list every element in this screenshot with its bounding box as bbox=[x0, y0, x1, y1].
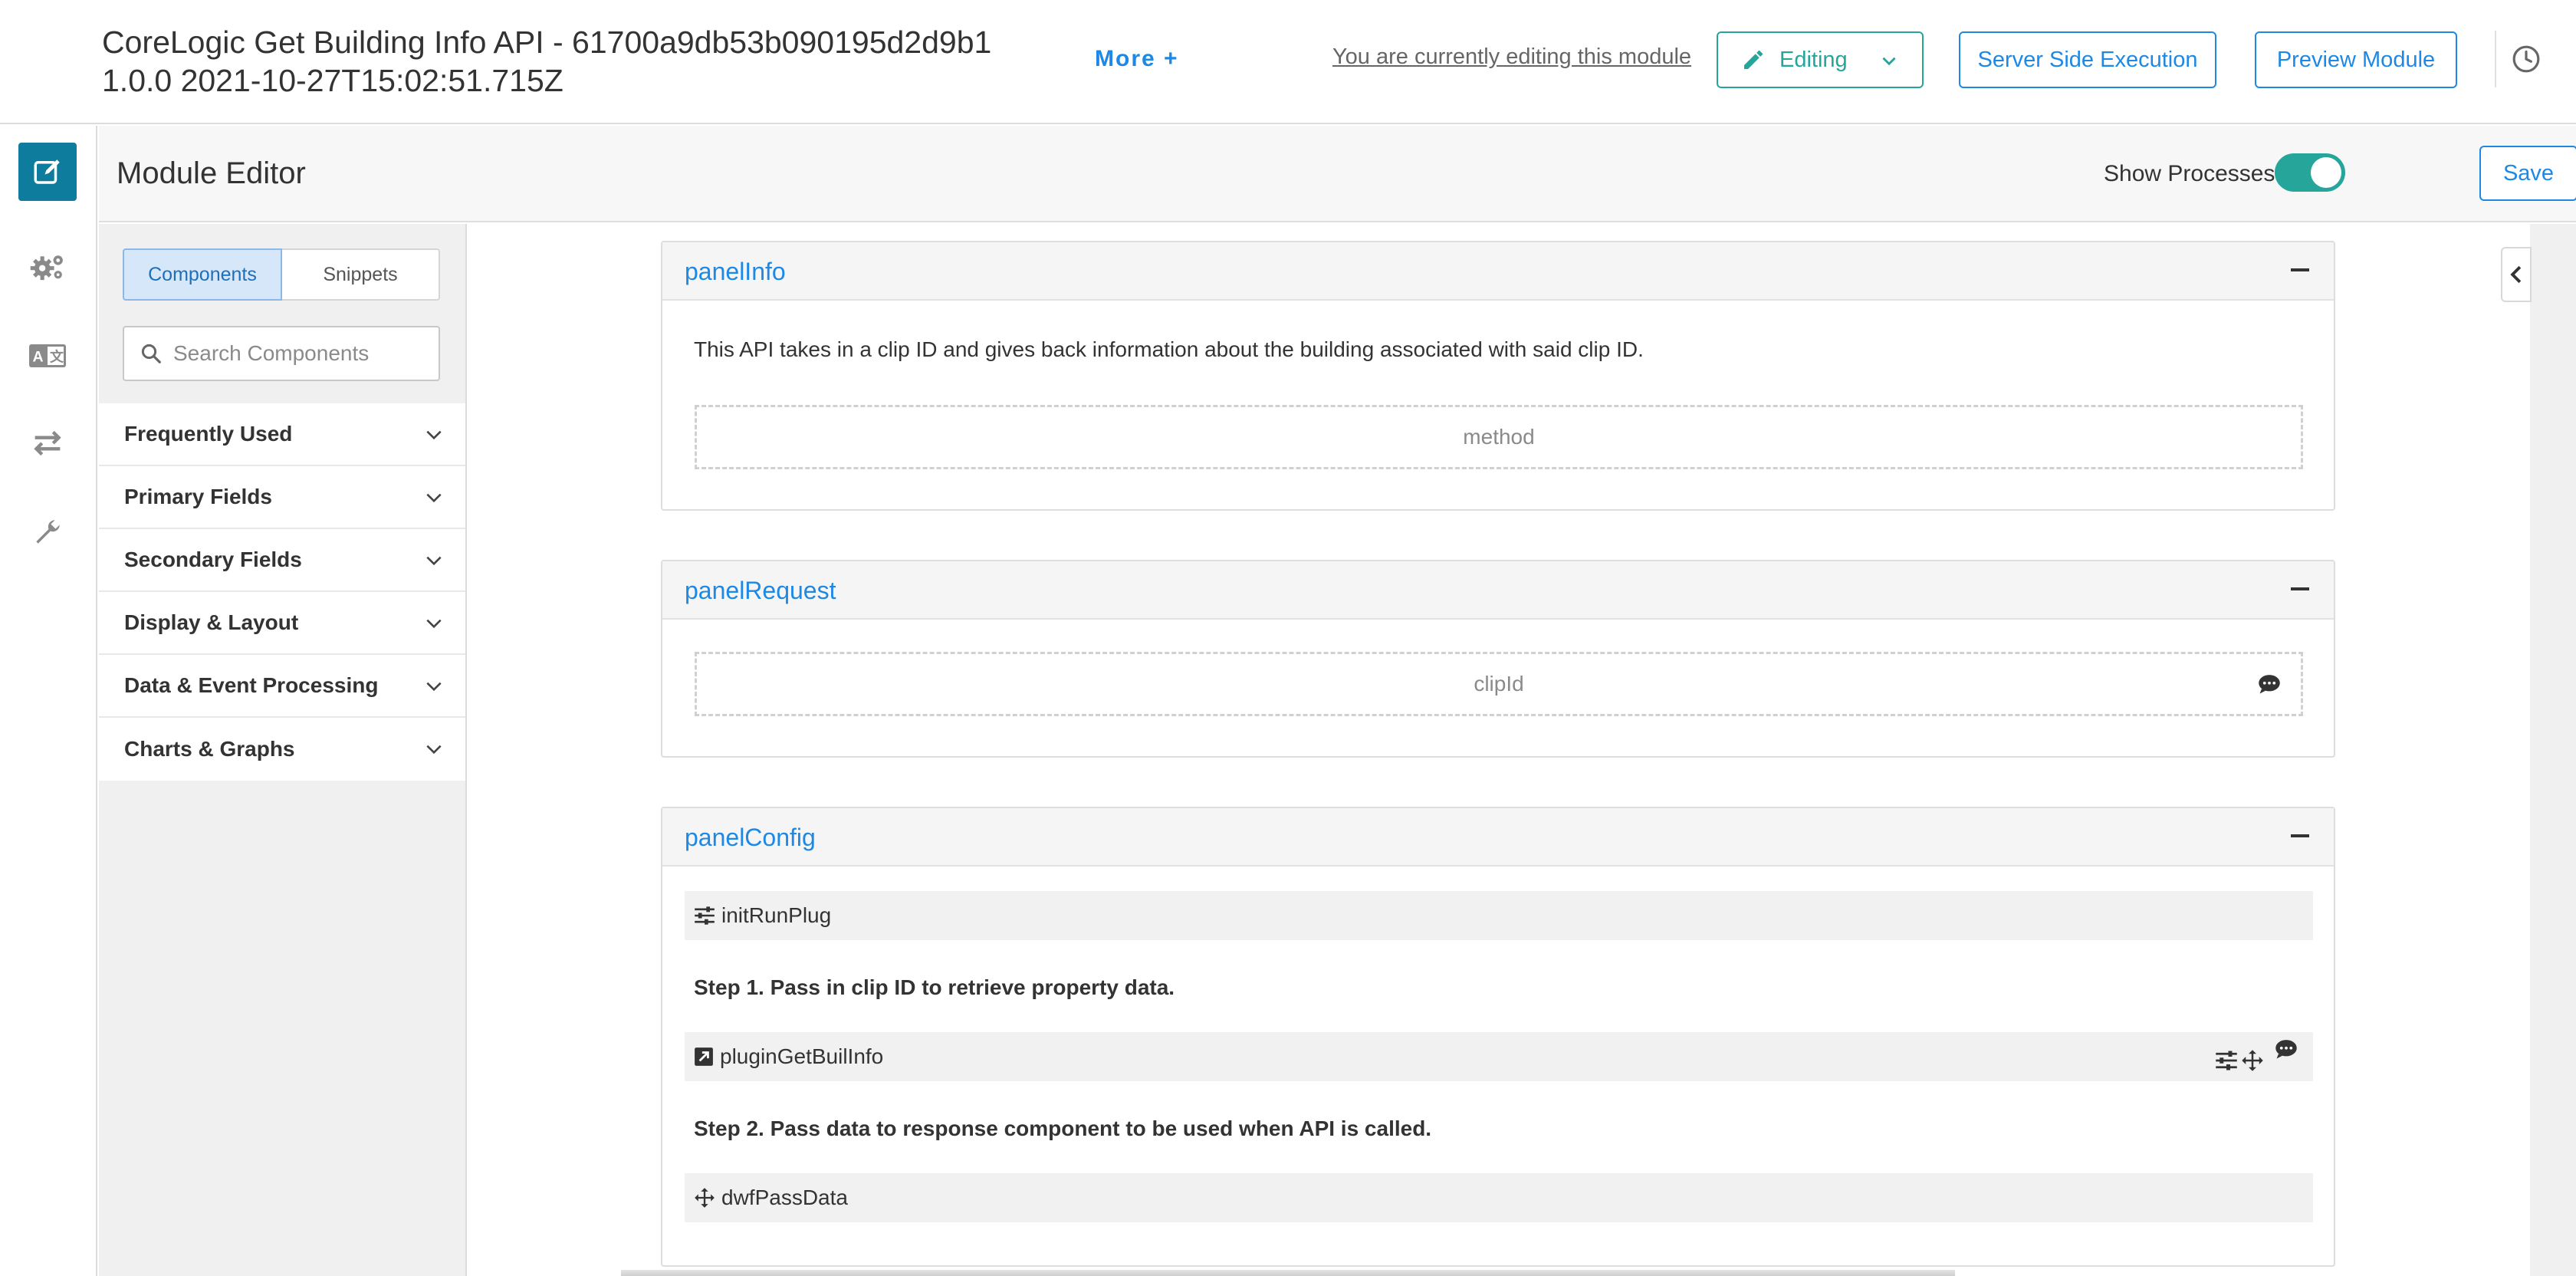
panel-title: panelInfo bbox=[685, 258, 786, 285]
search-components-input[interactable] bbox=[173, 341, 434, 366]
translate-icon: A文 bbox=[29, 344, 66, 367]
init-run-plug-component[interactable]: initRunPlug bbox=[685, 891, 2313, 940]
panel-title: panelConfig bbox=[685, 824, 816, 851]
show-processes-toggle[interactable] bbox=[2275, 153, 2345, 192]
method-field[interactable]: method bbox=[695, 405, 2303, 469]
panel-config[interactable]: panelConfig initRunPlug Step 1. Pass in … bbox=[661, 807, 2335, 1267]
left-icon-rail: A文 bbox=[0, 126, 97, 1276]
chevron-down-icon bbox=[426, 556, 442, 566]
collapse-panel-button[interactable] bbox=[2501, 247, 2532, 302]
category-display-layout[interactable]: Display & Layout bbox=[99, 592, 465, 655]
step-2-text: Step 2. Pass data to response component … bbox=[694, 1116, 1432, 1140]
edit-icon bbox=[34, 160, 60, 184]
preview-module-button[interactable]: Preview Module bbox=[2255, 31, 2457, 88]
module-editor-header: Module Editor Show Processes Save bbox=[99, 126, 2576, 222]
chevron-left-icon bbox=[2510, 265, 2522, 284]
top-header: CoreLogic Get Building Info API - 61700a… bbox=[0, 0, 2576, 124]
rail-settings-button[interactable] bbox=[18, 238, 77, 296]
rail-edit-button[interactable] bbox=[18, 143, 77, 201]
search-icon bbox=[141, 344, 161, 363]
category-label: Data & Event Processing bbox=[124, 673, 379, 697]
plugin-icon bbox=[695, 1047, 713, 1066]
module-editor-title: Module Editor bbox=[117, 156, 306, 190]
component-label: dwfPassData bbox=[721, 1186, 848, 1209]
component-categories: Frequently Used Primary Fields Secondary… bbox=[99, 403, 465, 781]
panel-header: panelRequest bbox=[662, 561, 2334, 620]
sliders-icon[interactable] bbox=[2215, 1051, 2238, 1070]
clipid-field[interactable]: clipId bbox=[695, 652, 2303, 716]
editing-label: Editing bbox=[1779, 47, 1848, 72]
category-primary-fields[interactable]: Primary Fields bbox=[99, 466, 465, 529]
category-frequently-used[interactable]: Frequently Used bbox=[99, 403, 465, 466]
minimize-icon[interactable] bbox=[2291, 834, 2309, 837]
category-charts-graphs[interactable]: Charts & Graphs bbox=[99, 718, 465, 781]
move-icon bbox=[695, 1188, 715, 1208]
plugin-get-build-info-component[interactable]: pluginGetBuilInfo bbox=[685, 1032, 2313, 1081]
editing-notice-link[interactable]: You are currently editing this module bbox=[1332, 44, 1691, 70]
category-label: Charts & Graphs bbox=[124, 737, 295, 761]
comment-icon[interactable] bbox=[2258, 673, 2281, 695]
panel-request[interactable]: panelRequest clipId bbox=[661, 560, 2335, 758]
minimize-icon[interactable] bbox=[2291, 268, 2309, 271]
chevron-down-icon bbox=[1882, 57, 1896, 66]
clipid-label: clipId bbox=[1474, 672, 1524, 696]
dwf-pass-data-component[interactable]: dwfPassData bbox=[685, 1173, 2313, 1222]
component-label: pluginGetBuilInfo bbox=[720, 1044, 884, 1068]
tab-components[interactable]: Components bbox=[123, 248, 282, 301]
chevron-down-icon bbox=[426, 682, 442, 692]
clock-icon bbox=[2512, 45, 2540, 73]
save-button[interactable]: Save bbox=[2479, 146, 2576, 201]
chevron-down-icon bbox=[426, 745, 442, 755]
step-1-text: Step 1. Pass in clip ID to retrieve prop… bbox=[694, 975, 1175, 999]
sidebar-tabs: Components Snippets bbox=[123, 248, 440, 301]
svg-text:A: A bbox=[33, 349, 44, 366]
chevron-down-icon bbox=[426, 493, 442, 503]
category-label: Secondary Fields bbox=[124, 548, 302, 571]
toggle-knob bbox=[2311, 157, 2341, 188]
category-label: Display & Layout bbox=[124, 610, 299, 634]
module-title: CoreLogic Get Building Info API - 61700a… bbox=[102, 25, 992, 98]
panel-header: panelConfig bbox=[662, 808, 2334, 867]
sliders-icon bbox=[695, 906, 715, 925]
panel-info[interactable]: panelInfo This API takes in a clip ID an… bbox=[661, 241, 2335, 511]
history-button[interactable] bbox=[2495, 31, 2556, 87]
component-label: initRunPlug bbox=[721, 903, 832, 927]
search-box bbox=[123, 326, 440, 381]
category-label: Frequently Used bbox=[124, 422, 293, 446]
server-side-execution-button[interactable]: Server Side Execution bbox=[1959, 31, 2216, 88]
editing-dropdown-button[interactable]: Editing bbox=[1717, 31, 1924, 88]
minimize-icon[interactable] bbox=[2291, 587, 2309, 590]
category-label: Primary Fields bbox=[124, 485, 272, 508]
move-icon[interactable] bbox=[2241, 1049, 2264, 1072]
panel-title: panelRequest bbox=[685, 577, 836, 604]
rail-translate-button[interactable]: A文 bbox=[18, 327, 77, 385]
tab-snippets[interactable]: Snippets bbox=[282, 248, 440, 301]
component-sidebar: Components Snippets Frequently Used Prim… bbox=[99, 224, 467, 1276]
horizontal-scrollbar[interactable] bbox=[621, 1270, 1955, 1276]
more-link[interactable]: More + bbox=[1095, 46, 1179, 72]
chevron-down-icon bbox=[426, 619, 442, 629]
panel-description: This API takes in a clip ID and gives ba… bbox=[694, 337, 1644, 361]
rail-tools-button[interactable] bbox=[18, 503, 77, 561]
chevron-down-icon bbox=[426, 430, 442, 440]
show-processes-label: Show Processes bbox=[2104, 161, 2275, 186]
transfer-arrows-icon bbox=[34, 430, 61, 456]
comment-icon[interactable] bbox=[2275, 1038, 2298, 1060]
right-side-strip bbox=[2530, 224, 2576, 1276]
gears-icon bbox=[30, 255, 63, 281]
rail-transfer-button[interactable] bbox=[18, 414, 77, 472]
pencil-icon bbox=[1744, 50, 1763, 69]
svg-text:文: 文 bbox=[50, 349, 64, 365]
wrench-icon bbox=[36, 520, 60, 544]
category-data-event-processing[interactable]: Data & Event Processing bbox=[99, 655, 465, 718]
category-secondary-fields[interactable]: Secondary Fields bbox=[99, 529, 465, 592]
panel-header: panelInfo bbox=[662, 242, 2334, 301]
